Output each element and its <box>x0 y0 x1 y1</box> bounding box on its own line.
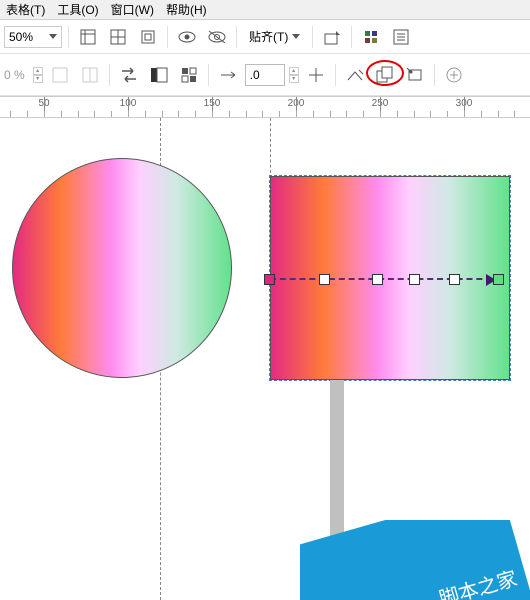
ruler-tick-minor <box>346 111 347 117</box>
mask-button[interactable] <box>146 62 172 88</box>
spin-down-icon[interactable]: ▾ <box>289 75 299 83</box>
spin-up-icon[interactable]: ▴ <box>33 67 43 75</box>
ruler-tick-minor <box>397 111 398 117</box>
ruler-tick-minor <box>514 111 515 117</box>
ruler-tick-minor <box>94 111 95 117</box>
snap-label: 贴齐(T) <box>249 28 288 45</box>
separator <box>434 64 435 86</box>
ruler-tick-minor <box>262 111 263 117</box>
ruler-tick-minor <box>380 111 381 117</box>
toolbar-tool: 0 % ▴ ▾ .0 ▴ ▾ <box>0 54 530 96</box>
separator <box>236 26 237 48</box>
outline-width-value: .0 <box>250 68 260 82</box>
snap-dropdown[interactable]: 贴齐(T) <box>243 28 306 45</box>
gradient-color-stop[interactable] <box>409 274 420 285</box>
menu-window[interactable]: 窗口(W) <box>111 1 154 18</box>
apply-fill-button[interactable] <box>402 62 428 88</box>
gradient-start-handle[interactable] <box>264 274 275 285</box>
separator <box>167 26 168 48</box>
ruler-tick-minor <box>78 111 79 117</box>
zoom-value: 50% <box>9 30 33 44</box>
shape-rectangle-selected[interactable] <box>270 176 510 380</box>
ruler-tick-minor <box>447 111 448 117</box>
opacity-spin[interactable]: ▴ ▾ <box>33 67 43 83</box>
gradient-color-stop[interactable] <box>449 274 460 285</box>
menu-tools[interactable]: 工具(O) <box>57 1 98 18</box>
toolbar-main: 50% 贴齐(T) <box>0 20 530 54</box>
spin-up-icon[interactable]: ▴ <box>289 67 299 75</box>
ruler-tick-minor <box>330 111 331 117</box>
ruler-tick-minor <box>61 111 62 117</box>
outline-width-field[interactable]: .0 <box>245 64 285 86</box>
ruler-tick-minor <box>162 111 163 117</box>
ruler-tick-minor <box>363 111 364 117</box>
width-spin[interactable]: ▴ ▾ <box>289 67 299 83</box>
ruler-tick-minor <box>195 111 196 117</box>
dropdown-arrow-icon <box>292 34 300 39</box>
ruler-tick-minor <box>414 111 415 117</box>
width-label-icon <box>215 62 241 88</box>
horizontal-ruler[interactable]: 50100150200250300 <box>0 96 530 118</box>
gradient-color-stop[interactable] <box>372 274 383 285</box>
ruler-tick-minor <box>111 111 112 117</box>
ruler-tick-minor <box>44 111 45 117</box>
ruler-tick-minor <box>10 111 11 117</box>
transparency2-button <box>77 62 103 88</box>
ruler-tick-minor <box>145 111 146 117</box>
full-preview-button[interactable] <box>204 24 230 50</box>
canvas[interactable]: 脚本之家 <box>0 118 530 600</box>
opacity-readout: 0 % <box>0 68 29 82</box>
show-guidelines-button[interactable] <box>135 24 161 50</box>
show-grid-button[interactable] <box>105 24 131 50</box>
menu-help[interactable]: 帮助(H) <box>166 1 207 18</box>
separator <box>351 26 352 48</box>
preview-button[interactable] <box>174 24 200 50</box>
ruler-tick-minor <box>128 111 129 117</box>
ruler-tick-minor <box>481 111 482 117</box>
ruler-tick-minor <box>246 111 247 117</box>
guideline-vertical[interactable] <box>270 118 271 178</box>
gradient-color-stop[interactable] <box>319 274 330 285</box>
gradient-end-handle[interactable] <box>493 274 504 285</box>
ruler-tick-minor <box>178 111 179 117</box>
ruler-tick-minor <box>279 111 280 117</box>
shape-ellipse-gradient[interactable] <box>12 158 232 378</box>
watermark: 脚本之家 <box>300 520 530 600</box>
copy-fill-button[interactable] <box>372 62 398 88</box>
free-transform-button[interactable] <box>342 62 368 88</box>
ruler-tick-minor <box>430 111 431 117</box>
show-rulers-button[interactable] <box>75 24 101 50</box>
ruler-tick-minor <box>229 111 230 117</box>
spin-down-icon[interactable]: ▾ <box>33 75 43 83</box>
add-button[interactable] <box>441 62 467 88</box>
separator <box>68 26 69 48</box>
edit-fill-button[interactable] <box>176 62 202 88</box>
ruler-tick-minor <box>212 111 213 117</box>
separator <box>109 64 110 86</box>
dropdown-arrow-icon <box>49 34 57 39</box>
menubar[interactable]: 表格(T) 工具(O) 窗口(W) 帮助(H) <box>0 0 530 20</box>
highlight-circle <box>366 60 404 86</box>
options2-button[interactable] <box>388 24 414 50</box>
options1-button[interactable] <box>358 24 384 50</box>
outline-center-button[interactable] <box>303 62 329 88</box>
ruler-tick-minor <box>313 111 314 117</box>
separator <box>335 64 336 86</box>
transparency-button <box>47 62 73 88</box>
ruler-tick-minor <box>27 111 28 117</box>
menu-table[interactable]: 表格(T) <box>6 1 45 18</box>
ruler-tick-minor <box>296 111 297 117</box>
separator <box>312 26 313 48</box>
zoom-dropdown[interactable]: 50% <box>4 26 62 48</box>
ruler-tick-minor <box>464 111 465 117</box>
launch-button[interactable] <box>319 24 345 50</box>
gradient-vector[interactable] <box>270 278 502 280</box>
separator <box>208 64 209 86</box>
reverse-button[interactable] <box>116 62 142 88</box>
ruler-tick-minor <box>498 111 499 117</box>
